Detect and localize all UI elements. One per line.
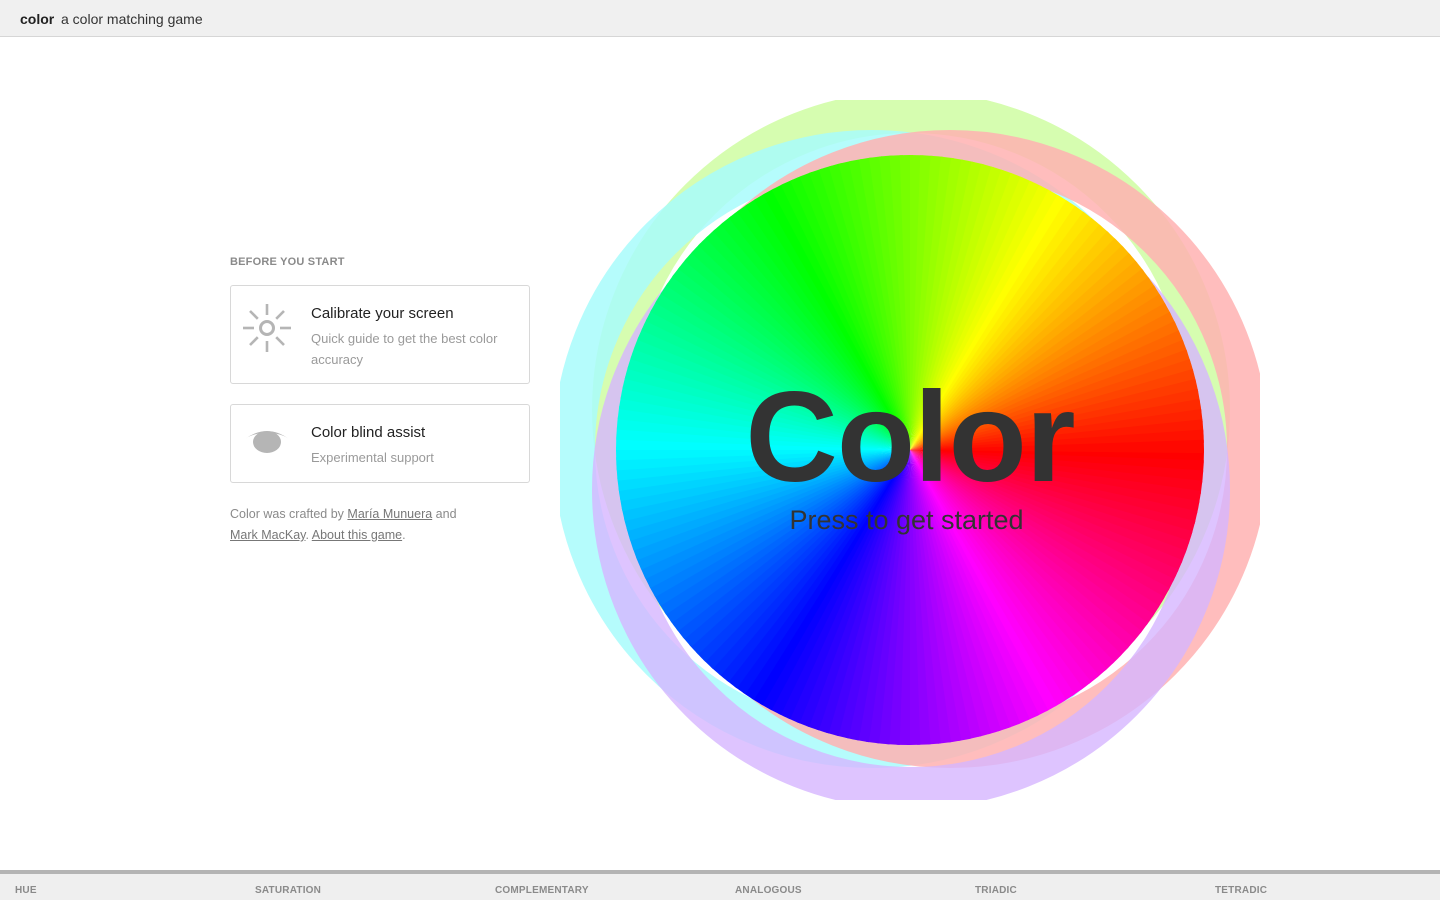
author-link-mark[interactable]: Mark MacKay <box>230 528 305 542</box>
calibrate-title: Calibrate your screen <box>311 305 454 322</box>
mode-tab-bar: HUE SATURATION COMPLEMENTARY ANALOGOUS T… <box>0 870 1440 900</box>
credits-and: and <box>435 507 457 521</box>
top-bar: color a color matching game <box>0 0 1440 37</box>
tab-complementary[interactable]: COMPLEMENTARY <box>495 885 589 896</box>
color-blind-title: Color blind assist <box>311 424 426 441</box>
before-you-start-panel: BEFORE YOU START Calibrate your screen Q… <box>230 256 530 542</box>
credits-prefix: Color was crafted by <box>230 507 344 521</box>
color-blind-description: Experimental support <box>311 450 434 465</box>
section-heading: BEFORE YOU START <box>230 256 345 268</box>
tab-tetradic[interactable]: TETRADIC <box>1215 885 1267 896</box>
author-link-maria[interactable]: María Munuera <box>347 507 432 521</box>
tagline: a color matching game <box>61 11 203 27</box>
game-title: Color <box>745 366 1075 509</box>
brand-logo[interactable]: color <box>20 11 54 27</box>
sun-icon <box>241 302 293 354</box>
tab-triadic[interactable]: TRIADIC <box>975 885 1017 896</box>
tab-saturation[interactable]: SATURATION <box>255 885 321 896</box>
credits-separator: . <box>305 528 309 542</box>
credits: Color was crafted by María Munuera and M… <box>230 504 530 546</box>
start-prompt: Press to get started <box>789 505 1024 535</box>
tab-analogous[interactable]: ANALOGOUS <box>735 885 802 896</box>
start-game-button[interactable]: Color Press to get started <box>560 100 1260 800</box>
about-game-link[interactable]: About this game <box>312 528 402 542</box>
credits-suffix: . <box>402 528 406 542</box>
tab-hue[interactable]: HUE <box>15 885 37 896</box>
color-blind-assist-card[interactable]: Color blind assist Experimental support <box>230 404 530 483</box>
calibrate-description: Quick guide to get the best color accura… <box>311 331 498 367</box>
eye-icon <box>241 419 293 471</box>
calibrate-screen-card[interactable]: Calibrate your screen Quick guide to get… <box>230 285 530 384</box>
